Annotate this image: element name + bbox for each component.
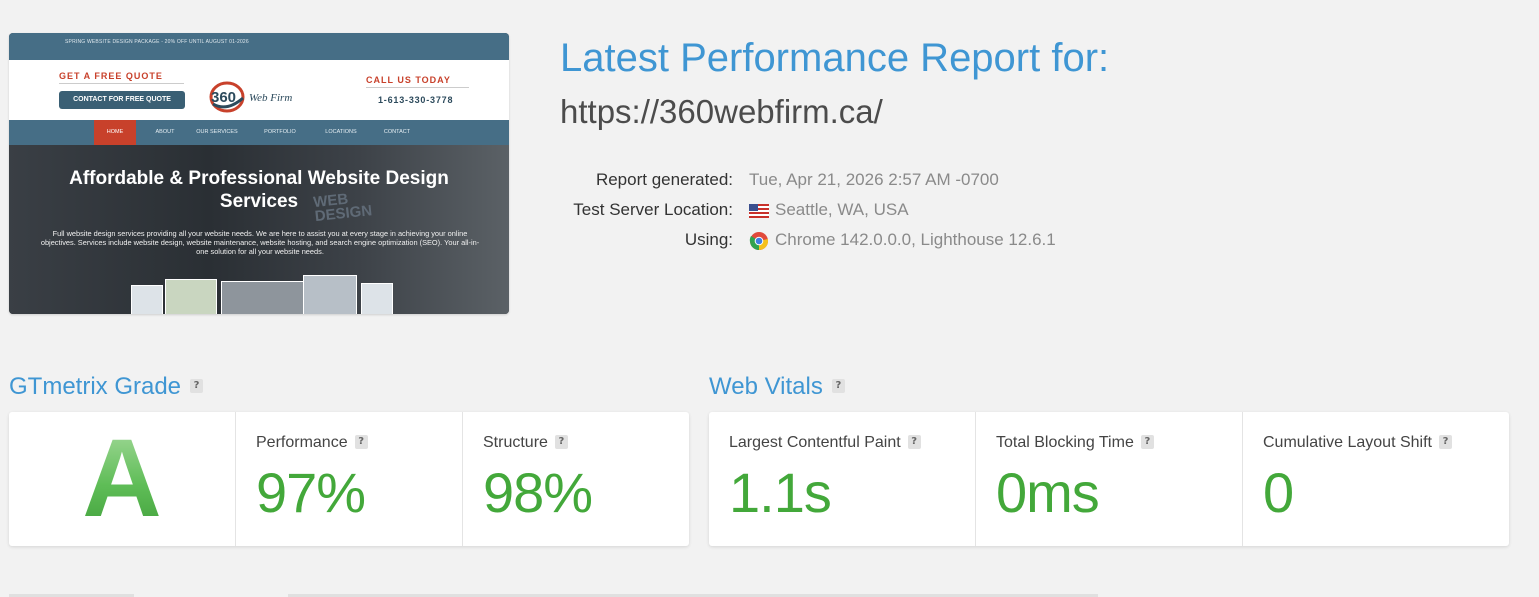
structure-label: Structure <box>483 434 548 451</box>
cls-label: Cumulative Layout Shift <box>1263 434 1432 451</box>
thumb-mockup <box>131 285 163 314</box>
thumb-nav-item: OUR SERVICES <box>196 129 238 135</box>
cls-cell: Cumulative Layout Shift? 0 <box>1242 412 1510 546</box>
thumb-mockup <box>165 279 217 314</box>
page-screenshot[interactable]: SPRING WEBSITE DESIGN PACKAGE - 20% OFF … <box>9 33 509 314</box>
thumb-quote-button: CONTACT FOR FREE QUOTE <box>59 91 185 109</box>
chrome-icon <box>749 231 769 250</box>
grade-letter: A <box>9 420 235 538</box>
thumb-call-title: CALL US TODAY <box>366 75 451 85</box>
thumb-mockup <box>221 281 311 314</box>
thumb-nav-item: HOME <box>94 120 136 145</box>
gtmetrix-grade-title: GTmetrix Grade <box>9 373 182 400</box>
lcp-label-row: Largest Contentful Paint? <box>729 434 921 452</box>
thumb-hero-title: Affordable & Professional Website Design… <box>69 168 449 212</box>
tbt-value: 0ms <box>996 461 1100 524</box>
help-icon[interactable]: ? <box>554 434 568 449</box>
thumb-phone: 1-613-330-3778 <box>378 95 454 105</box>
help-icon[interactable]: ? <box>907 434 921 449</box>
grade-cell: A <box>9 412 235 546</box>
gtmetrix-grade-heading: GTmetrix Grade? <box>9 373 204 401</box>
help-icon[interactable]: ? <box>1438 434 1452 449</box>
cls-value: 0 <box>1263 461 1294 524</box>
server-location-text: Seattle, WA, USA <box>775 200 909 219</box>
thumb-mockup <box>361 283 393 314</box>
thumb-logo: 360 Web Firm <box>209 81 292 113</box>
help-icon[interactable]: ? <box>190 379 204 394</box>
thumb-mockup <box>303 275 357 314</box>
help-icon[interactable]: ? <box>354 434 368 449</box>
thumb-nav-item: PORTFOLIO <box>264 129 296 135</box>
thumb-divider <box>59 83 184 84</box>
server-location-label: Test Server Location: <box>573 200 733 219</box>
thumb-logo-text: Web Firm <box>249 92 292 104</box>
tbt-label: Total Blocking Time <box>996 434 1134 451</box>
tbt-cell: Total Blocking Time? 0ms <box>975 412 1243 546</box>
gtmetrix-grade-panel: A Performance? 97% Structure? 98% <box>9 412 689 546</box>
lcp-cell: Largest Contentful Paint? 1.1s <box>709 412 975 546</box>
thumb-hero: WEB DESIGN Affordable & Professional Web… <box>9 145 509 314</box>
web-vitals-heading: Web Vitals? <box>709 373 845 401</box>
server-location-value: Seattle, WA, USA <box>749 200 909 220</box>
structure-value: 98% <box>483 461 593 524</box>
thumb-nav: HOME ABOUT OUR SERVICES PORTFOLIO LOCATI… <box>9 120 509 145</box>
performance-label: Performance <box>256 434 348 451</box>
cls-label-row: Cumulative Layout Shift? <box>1263 434 1452 452</box>
lcp-value: 1.1s <box>729 461 832 524</box>
using-text: Chrome 142.0.0.0, Lighthouse 12.6.1 <box>775 230 1056 249</box>
thumb-hero-text: Full website design services providing a… <box>40 229 480 256</box>
report-title: Latest Performance Report for: <box>560 36 1110 80</box>
web-vitals-panel: Largest Contentful Paint? 1.1s Total Blo… <box>709 412 1509 546</box>
report-generated-label: Report generated: <box>595 170 733 189</box>
thumb-divider <box>366 87 469 88</box>
structure-cell: Structure? 98% <box>462 412 690 546</box>
performance-value: 97% <box>256 461 366 524</box>
us-flag-icon <box>749 203 769 218</box>
lcp-label: Largest Contentful Paint <box>729 434 901 451</box>
thumb-quote-title: GET A FREE QUOTE <box>59 71 163 81</box>
performance-label-row: Performance? <box>256 434 368 452</box>
thumb-nav-item: LOCATIONS <box>325 129 357 135</box>
structure-label-row: Structure? <box>483 434 568 452</box>
help-icon[interactable]: ? <box>1140 434 1154 449</box>
thumb-logo-number: 360 <box>211 89 236 106</box>
thumb-nav-item: ABOUT <box>155 129 175 135</box>
web-vitals-title: Web Vitals <box>709 373 823 400</box>
help-icon[interactable]: ? <box>831 379 845 394</box>
report-generated-value: Tue, Apr 21, 2026 2:57 AM -0700 <box>749 170 999 189</box>
tbt-label-row: Total Blocking Time? <box>996 434 1154 452</box>
report-url[interactable]: https://360webfirm.ca/ <box>560 93 883 131</box>
thumb-nav-item: CONTACT <box>383 129 411 135</box>
performance-cell: Performance? 97% <box>235 412 463 546</box>
using-value: Chrome 142.0.0.0, Lighthouse 12.6.1 <box>749 230 1056 251</box>
thumb-promo-bar: SPRING WEBSITE DESIGN PACKAGE - 20% OFF … <box>9 33 509 60</box>
using-label: Using: <box>684 230 733 249</box>
